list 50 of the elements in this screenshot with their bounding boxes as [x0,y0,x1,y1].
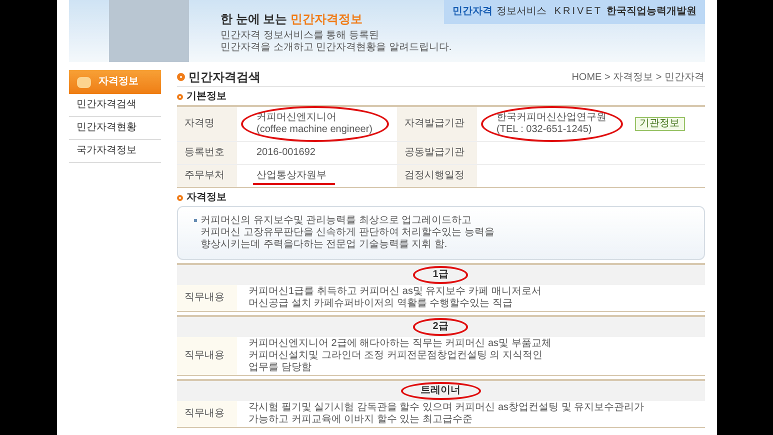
cell-text: (TEL : 032-651-1245) [496,124,593,136]
duty-text: 각시험 필기및 실기시험 감독관을 할수 있으며 커피머신 as창업컨설팅 및 유지보수관리가 [248,402,644,414]
duty-text: 머신공급 설치 카페슈퍼바이저의 역활를 수행할수있는 직급 [248,298,514,310]
table-label: 직무내용 [176,401,236,427]
banner-text: 민간자격 정보서비스를 통해 등록된 [220,30,380,42]
cell-text: (coffee machine engineer) [256,124,372,136]
logo-text: 민간자격 [452,6,492,18]
agency-info-button[interactable]: 기관정보 [634,117,684,131]
table-label: 검정시행일정 [396,165,476,187]
grade-title: 2급 [432,321,448,332]
duty-text: 커피머신1급를 취득하고 커피머신 as및 유지보수 카페 매니저로서 [248,286,542,298]
banner-headline-highlight: 민간자격정보 [290,12,363,26]
page-title: 민간자격검색 [188,70,260,84]
breadcrumb: HOME > 자격정보 > 민간자격 [572,72,704,84]
table-label: 자격명 [176,107,236,141]
logo-text: 정보서비스 [496,6,546,18]
cell-text: 커피머신엔지니어 [256,112,338,124]
banner-headline: 한 눈에 보는 [220,12,288,26]
bullet-icon [176,94,182,100]
duty-text: 커피머신설치및 그라인더 조정 커피전문점창업컨설팅 의 지식적인 [248,350,544,362]
description-text: 커피머신의 유지보수및 관리능력를 최상으로 업그레이드하고 [200,215,473,227]
table-label: 주무부처 [176,165,236,187]
duty-text: 커피머신엔지니어 2급에 해다아하는 직무는 커피머신 as및 부품교체 [248,338,552,350]
logo-brand: KRIVET [554,6,602,18]
table-label: 직무내용 [176,337,236,375]
table-label: 직무내용 [176,285,236,311]
duty-text: 가능하고 커피교육에 이바지 할수 있는 최고급수준 [248,414,474,426]
table-label: 공동발급기관 [396,142,476,164]
section-heading: 기본정보 [186,91,226,103]
sidebar-item[interactable]: 민간자격현황 [68,117,160,140]
banner-text: 민간자격을 소개하고 민간자격현황을 알려드립니다. [220,42,452,54]
folder-icon [76,76,90,88]
grade-title: 1급 [432,269,448,280]
table-label: 등록번호 [176,142,236,164]
description-text: 향상시키는데 주력을다하는 전문업 기술능력를 지휘 함. [200,239,448,251]
description-text: 커피머신 고장유무판단을 신속하게 판단하여 처리할수있는 능력을 [200,227,494,239]
sidebar-item[interactable]: 민간자격검색 [68,94,160,117]
table-label: 자격발급기관 [396,107,476,141]
cell-text: 2016-001692 [256,147,316,159]
logo-org: 한국직업능력개발원 [606,6,696,18]
duty-text: 업무를 담당함 [248,362,312,374]
bullet-icon [194,219,196,222]
sidebar-title: 자격정보 [98,76,138,88]
cell-text: 한국커피머신산업연구원 [496,112,606,124]
sidebar-item[interactable]: 국가자격정보 [68,140,160,163]
bullet-icon [176,195,182,201]
section-heading: 자격정보 [186,192,226,204]
grade-title: 트레이너 [420,385,460,396]
title-bullet-icon [176,73,184,81]
cell-text: 산업통상자원부 [256,170,326,182]
